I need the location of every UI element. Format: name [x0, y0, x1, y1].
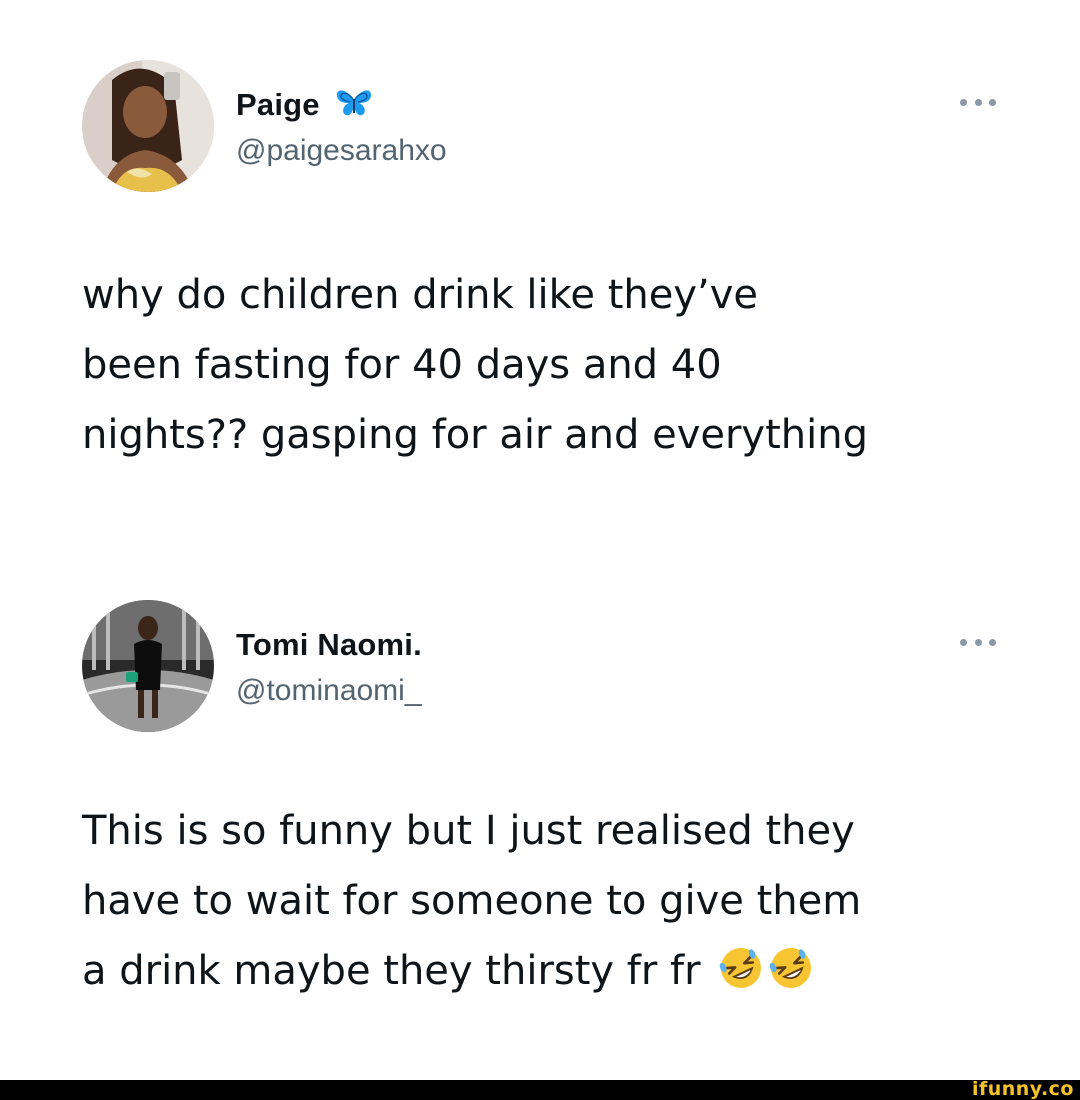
- tweet-text-line-with-emoji: a drink maybe they thirsty fr fr: [82, 936, 1042, 1006]
- display-name[interactable]: Paige: [236, 87, 320, 123]
- ellipsis-icon[interactable]: [960, 636, 996, 648]
- avatar[interactable]: [82, 60, 214, 192]
- ifunny-watermark: ifunny.co: [971, 1078, 1074, 1100]
- handle[interactable]: @paigesarahxo: [236, 134, 447, 168]
- rolling-on-floor-laughing-emoji: [719, 948, 761, 988]
- tweet-text-line: nights?? gasping for air and everything: [82, 412, 868, 458]
- avatar[interactable]: [82, 600, 214, 732]
- tweet-text: why do children drink like they’ve been …: [82, 260, 1042, 470]
- tweet-text-line: have to wait for someone to give them: [82, 878, 862, 924]
- tweet-text-line: This is so funny but I just realised the…: [82, 808, 855, 854]
- tweet-text-line: a drink maybe they thirsty fr fr: [82, 948, 701, 994]
- watermark-bar: ifunny.co: [0, 1078, 1080, 1100]
- ellipsis-icon[interactable]: [960, 96, 996, 108]
- avatar-photo: [82, 60, 214, 192]
- tweet-text-line: why do children drink like they’ve: [82, 272, 759, 318]
- display-name[interactable]: Tomi Naomi.: [236, 627, 422, 663]
- handle[interactable]: @tominaomi_: [236, 674, 422, 708]
- tweet-text: This is so funny but I just realised the…: [82, 796, 1042, 1006]
- avatar-photo: [82, 600, 214, 732]
- butterfly-icon: [334, 87, 374, 124]
- rolling-on-floor-laughing-emoji: [769, 948, 811, 988]
- tweet-text-line: been fasting for 40 days and 40: [82, 342, 722, 388]
